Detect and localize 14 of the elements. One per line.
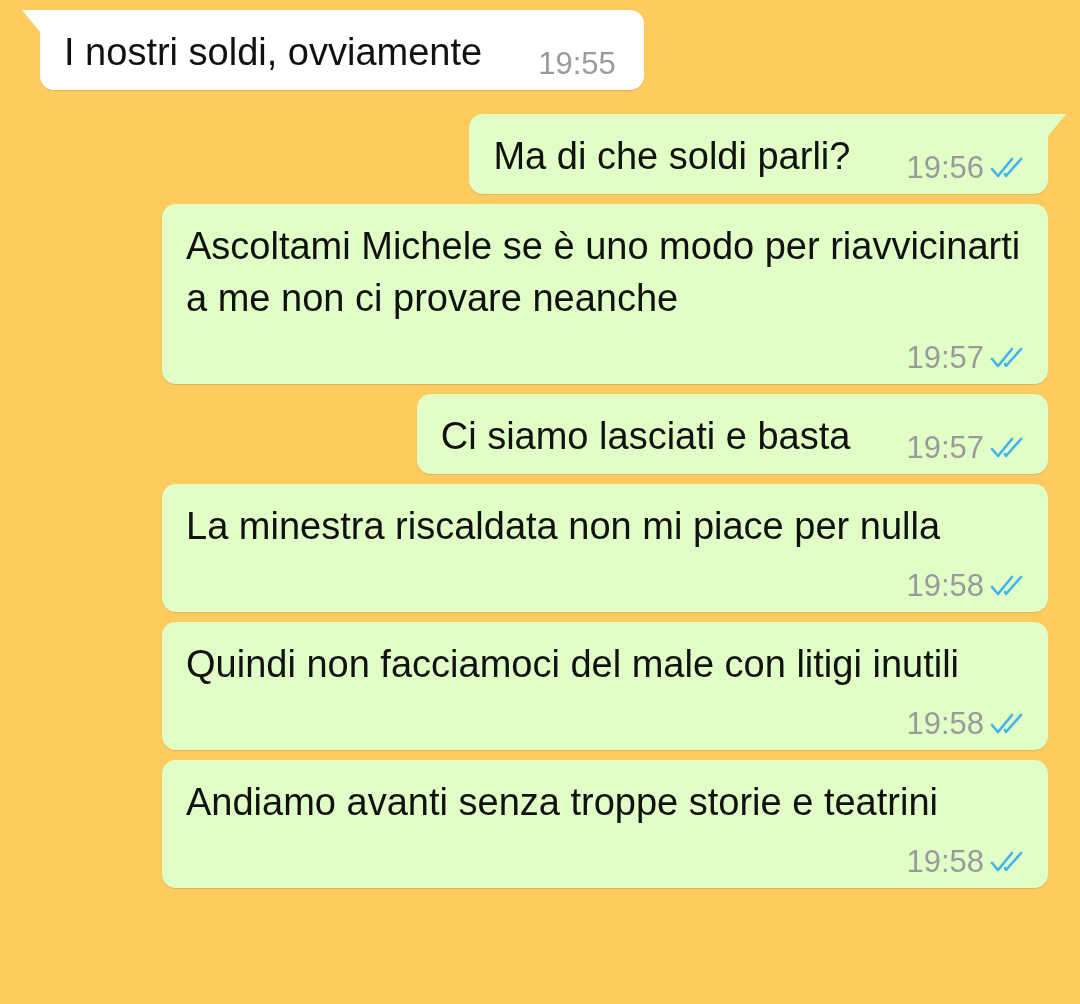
message-text: La minestra riscaldata non mi piace per nulla [186, 504, 942, 549]
message-text: Ascoltami Michele se è uno modo per riavvicinarti a me non ci provare neanche [186, 224, 1022, 321]
message-time: 19:55 [538, 45, 616, 83]
message-time: 19:57 [906, 429, 984, 467]
message-time: 19:58 [906, 705, 984, 743]
message-text: Ma di che soldi parli? [493, 134, 851, 179]
message-text: I nostri soldi, ovviamente [64, 30, 483, 75]
message-time: 19:57 [906, 339, 984, 377]
message-text: Andiamo avanti senza troppe storie e teatrini [186, 780, 939, 825]
message-text: Ci siamo lasciati e basta [440, 414, 851, 459]
message-time: 19:56 [906, 149, 984, 187]
message-time: 19:58 [906, 567, 984, 605]
message-time: 19:58 [906, 843, 984, 881]
message-text: Quindi non facciamoci del male con litigi inutili [186, 642, 961, 687]
